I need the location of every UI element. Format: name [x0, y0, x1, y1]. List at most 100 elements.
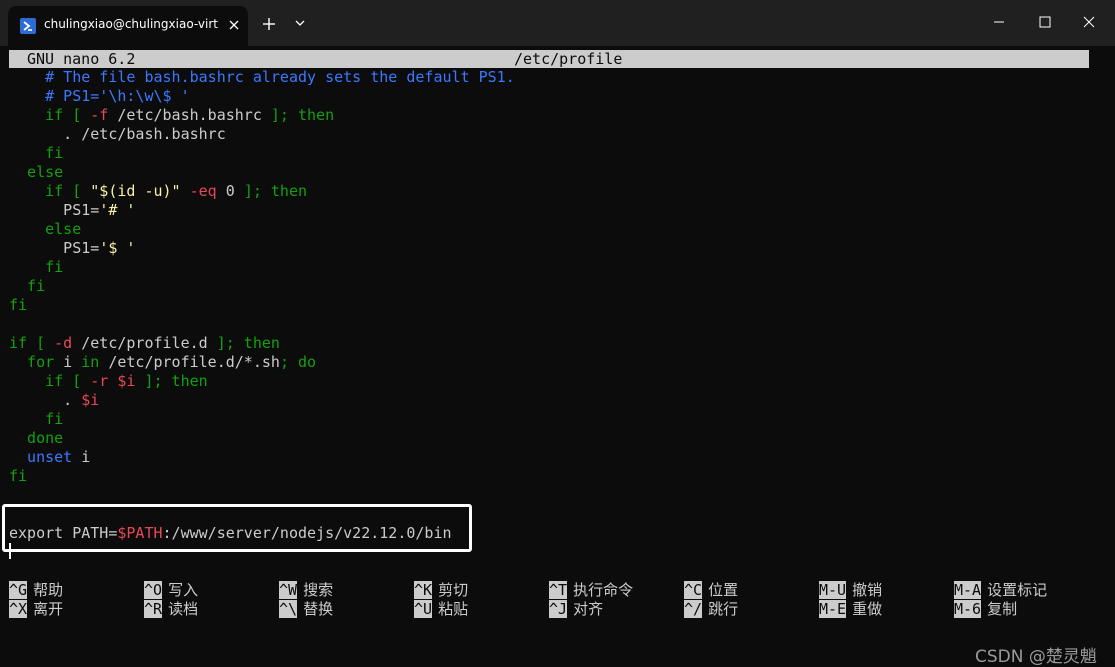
- shortcut-label: 剪切: [438, 581, 469, 599]
- tab-close-icon[interactable]: [226, 17, 242, 33]
- code-token: ]; then: [216, 334, 280, 352]
- code-token: if: [9, 106, 64, 124]
- window-titlebar: chulingxiao@chulingxiao-virt: [0, 0, 1115, 46]
- code-line: # The file bash.bashrc already sets the …: [9, 68, 1099, 87]
- close-icon[interactable]: [1074, 10, 1104, 34]
- code-line: else: [9, 220, 1099, 239]
- code-token: ; do: [279, 353, 317, 371]
- shortcut-label: 跳行: [708, 600, 739, 618]
- code-line: . /etc/bash.bashrc: [9, 125, 1099, 144]
- code-token: [: [63, 372, 91, 390]
- code-token: if: [9, 334, 28, 352]
- terminal-area[interactable]: GNU nano 6.2 /etc/profile # The file bas…: [0, 46, 1115, 667]
- text-cursor: [9, 543, 11, 559]
- code-line: # PS1='\h:\w\$ ': [9, 87, 1099, 106]
- code-token: i: [72, 448, 91, 466]
- chevron-down-icon[interactable]: [292, 15, 308, 31]
- code-token: [: [63, 106, 91, 124]
- shortcut-item: ^R 读档: [144, 600, 198, 619]
- code-line: unset i: [9, 448, 1099, 467]
- code-token: else: [9, 220, 82, 238]
- code-token: fi: [9, 467, 28, 485]
- shortcut-key: ^O: [144, 581, 163, 599]
- code-token: /etc/profile.d: [72, 334, 217, 352]
- shortcut-item: ^C 位置: [684, 581, 738, 600]
- code-line: fi: [9, 258, 1099, 277]
- shortcut-key: ^R: [144, 600, 163, 618]
- shortcut-label: 重做: [852, 600, 883, 618]
- shortcut-bar: ^G 帮助 ^O 写入 ^W 搜索 ^K 剪切 ^T 执行命令 ^C 位置 M-U 撤销 M-A 设置标记 ^X…: [9, 581, 1099, 621]
- code-line: fi: [9, 467, 1099, 486]
- code-line: if [ "$(id -u)" -eq 0 ]; then: [9, 182, 1099, 201]
- code-token: $i: [117, 372, 136, 390]
- nano-header-bar: GNU nano 6.2 /etc/profile: [9, 50, 1089, 68]
- code-token: # The file bash.bashrc already sets the …: [9, 68, 515, 86]
- minimize-icon[interactable]: [984, 10, 1014, 34]
- shortcut-label: 对齐: [573, 600, 604, 618]
- code-token: PS1=: [9, 201, 100, 219]
- shortcut-label: 位置: [708, 581, 739, 599]
- code-token: 0: [216, 182, 244, 200]
- shortcut-item: ^K 剪切: [414, 581, 468, 600]
- terminal-tab[interactable]: chulingxiao@chulingxiao-virt: [8, 6, 248, 46]
- code-token: -eq: [180, 182, 217, 200]
- code-line: fi: [9, 296, 1099, 315]
- shortcut-item: M-A 设置标记: [954, 581, 1047, 600]
- watermark: CSDN @楚灵魈: [975, 647, 1097, 667]
- code-token: ]; then: [135, 372, 208, 390]
- shortcut-key: ^U: [414, 600, 433, 618]
- shortcut-item: ^X 离开: [9, 600, 63, 619]
- code-line: PS1='# ': [9, 201, 1099, 220]
- shortcut-label: 帮助: [33, 581, 64, 599]
- shortcut-item: M-U 撤销: [819, 581, 882, 600]
- code-token: unset: [9, 448, 73, 466]
- code-line: . $i: [9, 391, 1099, 410]
- shortcut-item: M-E 重做: [819, 600, 882, 619]
- code-token: fi: [9, 410, 64, 428]
- shortcut-key: ^C: [684, 581, 703, 599]
- code-line: if [ -r $i ]; then: [9, 372, 1099, 391]
- code-token: -d: [54, 334, 73, 352]
- code-token: # PS1='\h:\w\$ ': [9, 87, 190, 105]
- shortcut-key: ^W: [279, 581, 298, 599]
- shortcut-item: ^U 粘贴: [414, 600, 468, 619]
- code-token: $i: [81, 391, 100, 409]
- shortcut-label: 搜索: [303, 581, 334, 599]
- shortcut-key: ^/: [684, 600, 703, 618]
- code-line: for i in /etc/profile.d/*.sh; do: [9, 353, 1099, 372]
- shortcut-key: M-A: [954, 581, 982, 599]
- code-token: .: [9, 391, 82, 409]
- code-token: '# ': [99, 201, 136, 219]
- code-token: for: [9, 353, 55, 371]
- plus-icon[interactable]: [260, 15, 278, 33]
- code-line: else: [9, 163, 1099, 182]
- code-token: /etc/bash.bashrc: [108, 106, 271, 124]
- shortcut-item: ^\ 替换: [279, 600, 333, 619]
- powershell-icon: [20, 18, 36, 34]
- code-token: PS1=: [9, 239, 100, 257]
- code-token: -r: [90, 372, 109, 390]
- shortcut-label: 撤销: [852, 581, 883, 599]
- shortcut-key: M-6: [954, 600, 982, 618]
- editor-buffer[interactable]: # The file bash.bashrc already sets the …: [9, 68, 1099, 543]
- shortcut-label: 设置标记: [987, 581, 1048, 599]
- shortcut-item: ^G 帮助: [9, 581, 63, 600]
- shortcut-item: ^W 搜索: [279, 581, 333, 600]
- code-token: [: [63, 182, 91, 200]
- code-line: done: [9, 429, 1099, 448]
- code-token: "$(id -u)": [90, 182, 181, 200]
- shortcut-key: M-U: [819, 581, 847, 599]
- code-token: i: [54, 353, 82, 371]
- shortcut-label: 写入: [168, 581, 199, 599]
- code-token: if: [9, 182, 64, 200]
- shortcut-item: ^J 对齐: [549, 600, 603, 619]
- shortcut-key: M-E: [819, 600, 847, 618]
- shortcut-item: M-6 复制: [954, 600, 1017, 619]
- nano-version: GNU nano 6.2: [27, 50, 136, 68]
- shortcut-label: 复制: [987, 600, 1018, 618]
- code-line: fi: [9, 144, 1099, 163]
- code-token: ]; then: [270, 106, 335, 124]
- shortcut-label: 离开: [33, 600, 64, 618]
- maximize-icon[interactable]: [1030, 10, 1060, 34]
